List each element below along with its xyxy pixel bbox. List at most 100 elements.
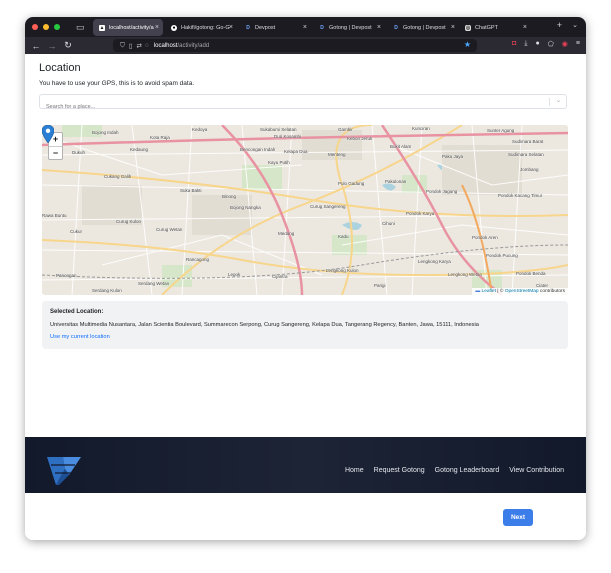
attribution-separator: | ©	[495, 289, 505, 294]
footer-link-home[interactable]: Home	[345, 467, 364, 474]
back-icon[interactable]: ←	[28, 41, 44, 51]
shield-icon[interactable]: ⛉	[120, 42, 125, 50]
download-icon[interactable]: ⤓	[524, 40, 527, 48]
map-label: Kedoya	[192, 127, 208, 132]
tab-list-button[interactable]: ⌄	[572, 21, 578, 29]
window-controls	[32, 24, 60, 30]
tab-github[interactable]: ● Hakifi/gotong: Go-G ×	[165, 19, 237, 36]
page-icon: ▲	[99, 24, 105, 31]
devpost-icon: D	[320, 24, 324, 31]
tab-overview-icon[interactable]: ▭	[76, 22, 86, 33]
new-tab-button[interactable]: +	[557, 20, 562, 30]
map-label: Curug Kulon	[116, 219, 142, 224]
map-label: Kayu Putih	[268, 160, 290, 165]
next-button[interactable]: Next	[503, 509, 533, 526]
close-tab-icon[interactable]: ×	[155, 24, 159, 31]
leaflet-link[interactable]: Leaflet	[482, 289, 496, 294]
chevron-down-icon[interactable]: ⌄	[556, 97, 561, 104]
map-label: Lengkong Kulon	[326, 268, 359, 273]
map-label: Sudimara Selatan	[508, 152, 544, 157]
page-info-icon[interactable]: ▯	[129, 42, 133, 50]
map-label: Lengkong Karya	[418, 259, 451, 264]
menu-icon[interactable]: ≡	[576, 40, 580, 48]
tab-devpost[interactable]: D Devpost ×	[239, 19, 311, 36]
tab-label: localhost/activity/a	[109, 24, 154, 31]
map-label: Cijantra	[272, 274, 288, 279]
map-label: Sudimara Barat	[512, 139, 544, 144]
map-label: Bukit Alam	[390, 144, 412, 149]
footer-nav: Home Request Gotong Gotong Leaderboard V…	[345, 467, 564, 474]
forward-icon[interactable]: →	[44, 41, 60, 51]
account-icon[interactable]: ●	[535, 40, 539, 48]
bookmark-star-icon[interactable]: ★	[464, 40, 471, 49]
close-tab-icon[interactable]: ×	[303, 24, 307, 31]
map-label: Panongan	[56, 273, 77, 278]
tab-activity-add[interactable]: ▲ localhost/activity/a ×	[93, 19, 163, 36]
map-label: Bojong Nangka	[230, 205, 261, 210]
page-content: Location You have to use your GPS, this …	[25, 54, 586, 540]
footer-link-request-gotong[interactable]: Request Gotong	[374, 467, 425, 474]
close-tab-icon[interactable]: ×	[451, 24, 455, 31]
close-tab-icon[interactable]: ×	[229, 24, 233, 31]
github-icon: ●	[171, 24, 177, 31]
footer-link-gotong-leaderboard[interactable]: Gotong Leaderboard	[435, 467, 500, 474]
openstreetmap-link[interactable]: OpenStreetMap	[505, 289, 539, 294]
permissions-icon[interactable]: ⇄	[136, 42, 141, 50]
map-label: Rancagong	[186, 257, 210, 262]
location-marker-icon[interactable]	[42, 125, 54, 143]
pocket-icon[interactable]: ◘	[512, 40, 516, 48]
map-label: Gambir	[338, 127, 353, 132]
map-attribution: ▬ Leaflet | © OpenStreetMap contributors	[472, 288, 568, 295]
map-label: Duri Kosambi	[274, 134, 302, 139]
map-label: Kota Raja	[150, 135, 170, 140]
use-current-location-link[interactable]: Use my current location	[50, 334, 110, 340]
map-label: Parigi	[374, 283, 386, 288]
place-search[interactable]: ⌄	[39, 94, 567, 114]
map-label: Binong	[222, 194, 237, 199]
extension-icon[interactable]: ◉	[562, 40, 568, 48]
minimize-window-button[interactable]	[43, 24, 49, 30]
zoom-out-button[interactable]: −	[49, 146, 62, 159]
reload-icon[interactable]: ↻	[60, 40, 76, 51]
navigation-bar: ← → ↻ ⛉ ▯ ⇄ ◌ localhost/activity/add ★ ◘…	[25, 37, 586, 54]
url-host: localhost	[153, 42, 178, 49]
map-label: Serdang Wetan	[138, 281, 170, 286]
site-footer: Home Request Gotong Gotong Leaderboard V…	[25, 437, 586, 493]
place-search-input[interactable]	[40, 100, 540, 114]
map-label: Pondok Jagung	[426, 189, 458, 194]
map-label: Bencongan Indah	[240, 147, 276, 152]
map-label: Pondok Kacang Timur	[498, 193, 543, 198]
map-label: Paku Jaya	[442, 154, 464, 159]
gotong-logo[interactable]	[45, 455, 83, 487]
attribution-tail: contributors	[538, 289, 565, 294]
address-bar[interactable]: ⛉ ▯ ⇄ ◌ localhost/activity/add ★	[113, 39, 477, 52]
leaflet-flag-icon: ▬	[475, 289, 481, 294]
map-label: Sunter Agung	[487, 128, 515, 133]
tab-label: Devpost	[255, 24, 276, 31]
map-label: Rawa Buntu	[42, 213, 67, 218]
maximize-window-button[interactable]	[54, 24, 60, 30]
tab-gotong-devpost-1[interactable]: D Gotong | Devpost ×	[313, 19, 385, 36]
extensions-icon[interactable]: ⬠	[548, 40, 554, 48]
close-tab-icon[interactable]: ×	[523, 24, 527, 31]
map-label: Cukur	[70, 229, 83, 234]
close-tab-icon[interactable]: ×	[377, 24, 381, 31]
map[interactable]: Bojong Indah Kedoya Sukabumi Selatan Gam…	[42, 125, 568, 295]
tab-chatgpt[interactable]: ◎ ChatGPT ×	[459, 19, 531, 36]
map-label: Dukuh	[72, 150, 86, 155]
map-label: Curug Wetan	[156, 227, 183, 232]
action-bar: Next	[25, 493, 586, 540]
map-label: Pondok Pucung	[486, 253, 518, 258]
map-label: Cihuni	[382, 221, 395, 226]
site-identity-icon[interactable]: ◌	[145, 42, 149, 49]
map-label: Kunciran	[412, 126, 430, 131]
map-label: Jombang	[520, 167, 539, 172]
tab-label: Gotong | Devpost	[329, 24, 372, 31]
tab-label: Gotong | Devpost	[403, 24, 446, 31]
footer-link-view-contribution[interactable]: View Contribution	[509, 467, 564, 474]
page-subtitle: You have to use your GPS, this is to avo…	[39, 80, 195, 87]
map-label: Pondok Aren	[472, 235, 498, 240]
tab-gotong-devpost-2[interactable]: D Gotong | Devpost ×	[387, 19, 459, 36]
close-window-button[interactable]	[32, 24, 38, 30]
map-label: Sukabumi Selatan	[260, 127, 297, 132]
